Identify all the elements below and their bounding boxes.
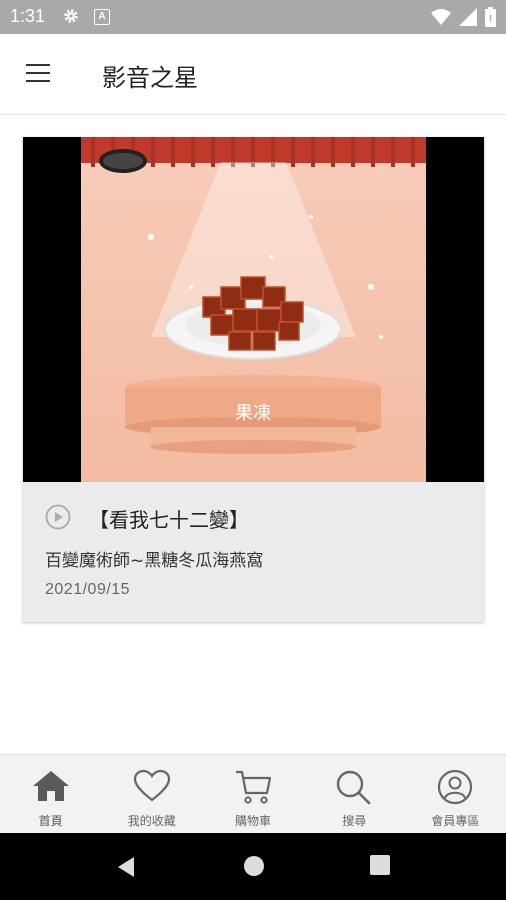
- nav-cart[interactable]: 購物車: [202, 755, 303, 834]
- recents-square-icon[interactable]: [370, 855, 390, 875]
- nav-label-cart: 購物車: [235, 814, 272, 828]
- nav-favorites[interactable]: 我的收藏: [101, 755, 202, 834]
- nav-member[interactable]: 會員專區: [405, 755, 506, 834]
- heart-icon: [133, 769, 170, 802]
- status-right-icons: !: [431, 7, 496, 27]
- svg-text:!: !: [489, 14, 492, 25]
- nav-label-member: 會員專區: [431, 814, 480, 828]
- bottom-nav: 首頁 我的收藏 購物車 搜尋 會員專區: [0, 754, 506, 834]
- nav-label-favorites: 我的收藏: [127, 814, 176, 828]
- nav-home[interactable]: 首頁: [0, 755, 101, 834]
- video-date: 2021/09/15: [45, 581, 131, 598]
- video-thumbnail[interactable]: 果凍: [23, 137, 484, 482]
- status-bar: 1:31 A !: [0, 0, 506, 34]
- video-card-info: 【看我七十二變】 百變魔術師~黑糖冬瓜海燕窩 2021/09/15: [23, 482, 484, 622]
- notification-a-icon: A: [94, 9, 110, 25]
- home-icon: [32, 771, 69, 801]
- wifi-icon: [431, 9, 451, 25]
- search-icon: [337, 770, 371, 805]
- nav-label-search: 搜尋: [342, 814, 367, 828]
- video-subtitle: 百變魔術師~黑糖冬瓜海燕窩: [45, 551, 264, 571]
- thumbnail-illustration: 果凍: [81, 137, 426, 454]
- battery-icon: !: [485, 7, 496, 27]
- video-frame: 果凍: [81, 137, 426, 482]
- cart-icon: [236, 770, 272, 804]
- system-nav-bar: [0, 833, 506, 900]
- home-circle-icon[interactable]: [243, 855, 265, 877]
- app-bar: 影音之星: [0, 34, 506, 115]
- status-time: 1:31: [10, 6, 46, 26]
- signal-icon: [459, 8, 477, 26]
- pedestal-label: 果凍: [235, 403, 271, 424]
- nav-label-home: 首頁: [38, 814, 63, 828]
- hamburger-menu-icon[interactable]: [26, 64, 50, 84]
- video-title[interactable]: 【看我七十二變】: [89, 504, 249, 533]
- user-icon: [438, 769, 473, 805]
- nav-search[interactable]: 搜尋: [304, 755, 405, 834]
- back-icon[interactable]: [116, 855, 136, 879]
- page-title: 影音之星: [102, 64, 198, 92]
- settings-gear-icon: [64, 9, 78, 23]
- play-circle-icon[interactable]: [45, 504, 71, 530]
- video-card[interactable]: 果凍 【看我七十二變】 百變魔術師~黑糖冬瓜海燕窩 2021/09/15: [23, 137, 484, 622]
